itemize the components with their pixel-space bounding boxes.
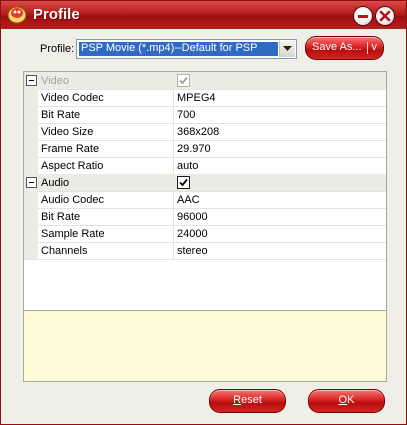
- chevron-down-icon: [283, 46, 292, 51]
- row-gutter: [24, 140, 38, 157]
- minimize-button[interactable]: [353, 6, 373, 26]
- chevron-down-icon[interactable]: v: [372, 37, 378, 58]
- column-divider: [173, 191, 174, 208]
- profile-label: Profile:: [40, 43, 75, 55]
- ok-button[interactable]: OK: [308, 389, 385, 413]
- close-icon: [379, 10, 391, 22]
- property-name: Bit Rate: [41, 211, 81, 223]
- row-gutter: [24, 242, 38, 259]
- property-grid[interactable]: Video Video Codec MPEG4 Bit Rate 700 Video Si…: [23, 71, 387, 311]
- property-name: Frame Rate: [41, 143, 100, 155]
- grid-property-row[interactable]: Frame Rate 29.970: [24, 140, 386, 158]
- column-divider: [173, 140, 174, 157]
- grid-property-row[interactable]: Video Codec MPEG4: [24, 89, 386, 107]
- row-gutter: [24, 191, 38, 208]
- close-button[interactable]: [375, 6, 395, 26]
- row-gutter: [24, 123, 38, 140]
- window-title: Profile: [33, 6, 80, 23]
- column-divider: [173, 208, 174, 225]
- column-divider: [173, 106, 174, 123]
- reset-button[interactable]: Reset: [209, 389, 286, 413]
- save-as-label: Save As...: [312, 41, 362, 53]
- collapse-icon[interactable]: [26, 75, 37, 86]
- title-bar[interactable]: Profile: [1, 1, 406, 29]
- grid-property-row[interactable]: Aspect Ratio auto: [24, 157, 386, 175]
- property-value[interactable]: MPEG4: [177, 92, 216, 104]
- reset-label: Reset: [233, 394, 262, 406]
- checkmark-icon: [179, 178, 188, 187]
- column-divider: [173, 225, 174, 242]
- profile-dropdown[interactable]: PSP Movie (*.mp4)--Default for PSP: [76, 39, 297, 59]
- save-as-separator: [367, 42, 368, 54]
- property-value[interactable]: 29.970: [177, 143, 211, 155]
- grid-property-row[interactable]: Bit Rate 96000: [24, 208, 386, 226]
- row-gutter: [24, 208, 38, 225]
- column-divider: [173, 157, 174, 174]
- profile-dialog: Profile Profile: PSP Movie (*.mp4)--Defa…: [0, 0, 407, 425]
- property-name: Audio: [41, 177, 70, 189]
- property-value[interactable]: 700: [177, 109, 195, 121]
- property-name: Audio Codec: [41, 194, 104, 206]
- property-value[interactable]: 24000: [177, 228, 208, 240]
- row-gutter: [24, 225, 38, 242]
- property-name: Video Size: [41, 126, 94, 138]
- property-name: Channels: [41, 245, 88, 257]
- category-enable-checkbox[interactable]: [177, 176, 190, 189]
- dropdown-arrow-button[interactable]: [279, 41, 295, 57]
- column-divider: [173, 89, 174, 106]
- app-logo-icon: [7, 6, 27, 24]
- ok-label: OK: [338, 394, 355, 406]
- property-value[interactable]: 368x208: [177, 126, 219, 138]
- checkmark-icon: [179, 76, 188, 85]
- column-divider: [173, 242, 174, 259]
- property-name: Video Codec: [41, 92, 104, 104]
- grid-property-row[interactable]: Audio Codec AAC: [24, 191, 386, 209]
- property-value[interactable]: AAC: [177, 194, 200, 206]
- property-name: Sample Rate: [41, 228, 105, 240]
- row-gutter: [24, 157, 38, 174]
- property-name: Bit Rate: [41, 109, 81, 121]
- property-name: Video: [41, 75, 69, 87]
- collapse-icon[interactable]: [26, 177, 37, 188]
- row-gutter: [24, 89, 38, 106]
- property-value[interactable]: 96000: [177, 211, 208, 223]
- property-value[interactable]: auto: [177, 160, 198, 172]
- row-gutter: [24, 106, 38, 123]
- save-as-button[interactable]: Save As... v: [305, 36, 384, 60]
- column-divider: [173, 123, 174, 140]
- grid-category-row[interactable]: Video: [24, 72, 386, 90]
- grid-property-row[interactable]: Sample Rate 24000: [24, 225, 386, 243]
- property-value[interactable]: stereo: [177, 245, 208, 257]
- property-name: Aspect Ratio: [41, 160, 104, 172]
- property-description-box: [23, 310, 387, 382]
- grid-property-row[interactable]: Video Size 368x208: [24, 123, 386, 141]
- category-enable-checkbox: [177, 74, 190, 87]
- grid-category-row[interactable]: Audio: [24, 174, 386, 192]
- grid-property-row[interactable]: Bit Rate 700: [24, 106, 386, 124]
- grid-property-row[interactable]: Channels stereo: [24, 242, 386, 260]
- profile-selected-value: PSP Movie (*.mp4)--Default for PSP: [79, 42, 278, 56]
